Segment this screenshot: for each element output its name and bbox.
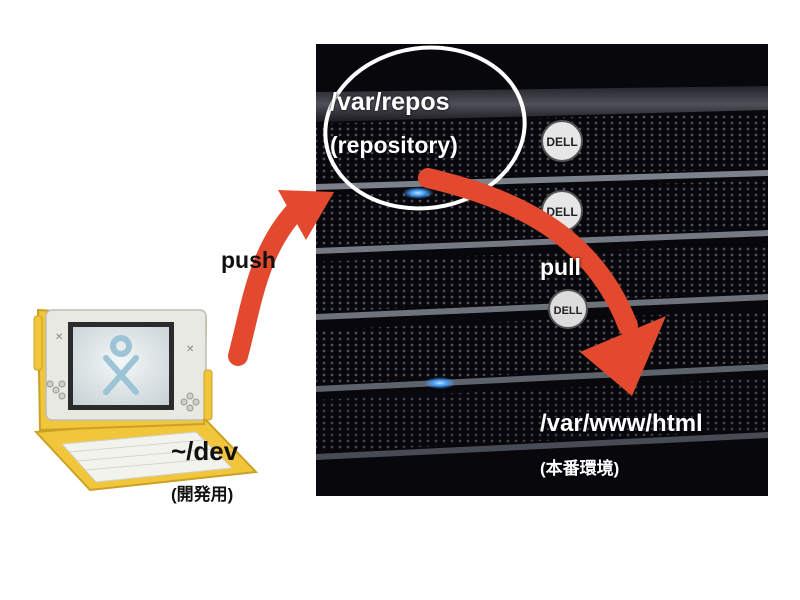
- dell-logo: DELL: [548, 289, 588, 329]
- dev-desc-label: (開発用): [171, 485, 234, 504]
- push-label: push: [221, 247, 276, 273]
- status-led: [402, 187, 434, 199]
- pull-label: pull: [540, 254, 581, 280]
- prod-desc-label: (本番環境): [540, 459, 620, 478]
- svg-text:✕: ✕: [55, 332, 63, 343]
- dev-path-label: ~/dev: [171, 436, 239, 466]
- dell-logo: DELL: [541, 120, 583, 162]
- repo-desc-label: (repository): [330, 132, 458, 158]
- svg-text:✕: ✕: [186, 344, 194, 355]
- svg-text:DELL: DELL: [554, 305, 583, 317]
- status-led: [424, 377, 456, 389]
- svg-text:DELL: DELL: [546, 135, 577, 149]
- repo-path-label: /var/repos: [330, 88, 450, 116]
- prod-path-label: /var/www/html: [540, 410, 703, 437]
